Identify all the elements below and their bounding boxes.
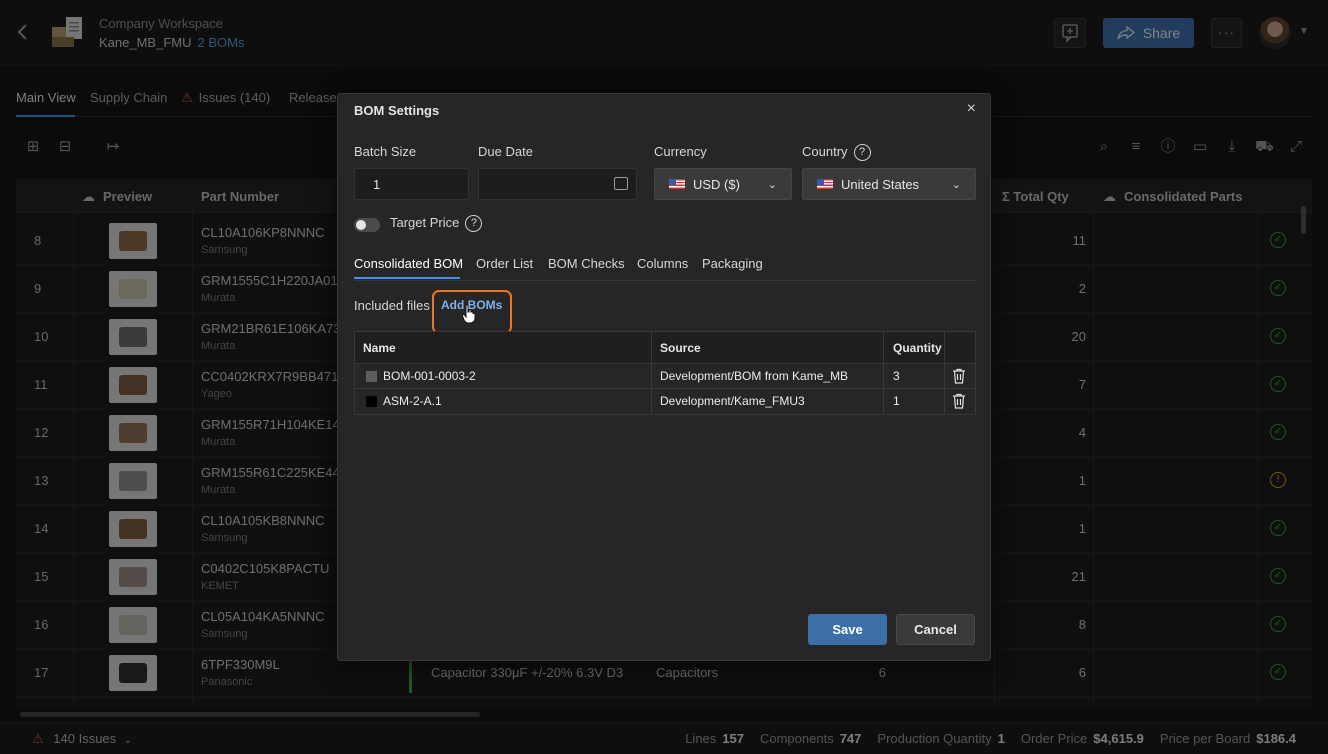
batch-size-input[interactable]: 1 (354, 168, 469, 200)
dialog-title: BOM Settings (354, 103, 440, 118)
col-source[interactable]: Source (660, 341, 701, 355)
included-files-label: Included files (354, 298, 430, 313)
file-source: Development/BOM from Kame_MB (660, 369, 849, 383)
country-select[interactable]: United States ⌄ (802, 168, 976, 200)
calendar-icon[interactable] (614, 177, 628, 190)
cancel-button[interactable]: Cancel (896, 614, 975, 645)
files-table-header: Name Source Quantity (355, 332, 975, 364)
help-icon[interactable]: ? (465, 215, 483, 233)
tabs-divider (354, 280, 976, 281)
target-price-toggle[interactable] (354, 218, 380, 232)
tab-bom-checks[interactable]: BOM Checks (548, 256, 625, 271)
file-color-swatch (366, 396, 377, 407)
file-row[interactable]: ASM-2-A.1 Development/Kame_FMU3 1 (355, 389, 975, 414)
file-name: ASM-2-A.1 (383, 394, 442, 408)
active-tab-indicator (354, 277, 460, 279)
us-flag-icon (817, 179, 833, 189)
hand-cursor-icon (461, 304, 476, 329)
due-date-label: Due Date (478, 144, 533, 159)
trash-icon[interactable] (952, 393, 966, 409)
target-price-label: Target Price? (390, 215, 483, 233)
chevron-down-icon: ⌄ (767, 178, 777, 191)
chevron-down-icon: ⌄ (951, 178, 961, 191)
batch-size-label: Batch Size (354, 144, 417, 159)
bom-settings-dialog: BOM Settings × Batch Size 1 Due Date Cur… (337, 93, 991, 661)
tab-columns[interactable]: Columns (637, 256, 688, 271)
file-source: Development/Kame_FMU3 (660, 394, 805, 408)
file-color-swatch (366, 371, 377, 382)
help-icon[interactable]: ? (853, 144, 871, 162)
country-label: Country? (802, 144, 871, 162)
trash-icon[interactable] (952, 368, 966, 384)
tab-packaging[interactable]: Packaging (702, 256, 763, 271)
file-quantity[interactable]: 3 (893, 369, 900, 383)
file-row[interactable]: BOM-001-0003-2 Development/BOM from Kame… (355, 364, 975, 389)
file-quantity[interactable]: 1 (893, 394, 900, 408)
file-name: BOM-001-0003-2 (383, 369, 476, 383)
save-button[interactable]: Save (808, 614, 887, 645)
country-value: United States (841, 176, 920, 192)
currency-label: Currency (654, 144, 707, 159)
tab-order-list[interactable]: Order List (476, 256, 533, 271)
col-quantity[interactable]: Quantity (893, 341, 942, 355)
col-name[interactable]: Name (363, 341, 396, 355)
us-flag-icon (669, 179, 685, 189)
currency-value: USD ($) (693, 176, 740, 192)
currency-select[interactable]: USD ($) ⌄ (654, 168, 792, 200)
due-date-input[interactable] (478, 168, 637, 200)
close-icon[interactable]: × (967, 100, 976, 118)
tab-consolidated-bom[interactable]: Consolidated BOM (354, 256, 463, 271)
included-files-table: Name Source Quantity BOM-001-0003-2 Deve… (354, 331, 976, 415)
